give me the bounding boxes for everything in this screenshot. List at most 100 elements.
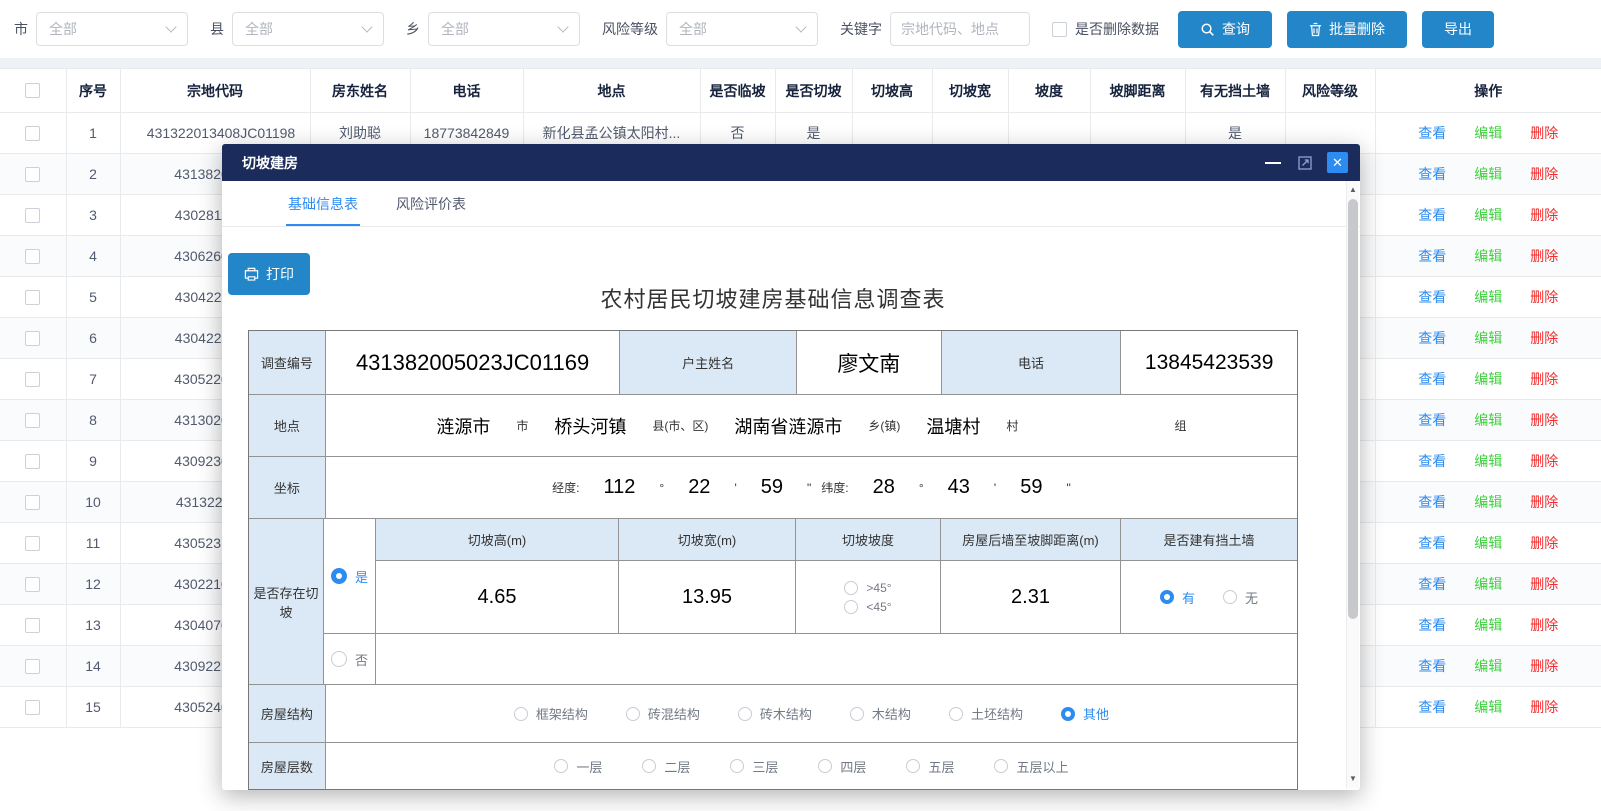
view-link[interactable]: 查看 <box>1418 615 1446 635</box>
structure-option-2[interactable]: 砖木结构 <box>738 704 812 723</box>
row-checkbox[interactable] <box>25 659 40 674</box>
delete-link[interactable]: 删除 <box>1530 369 1558 389</box>
keyword-input[interactable] <box>890 12 1030 46</box>
row-checkbox[interactable] <box>25 413 40 428</box>
edit-link[interactable]: 编辑 <box>1474 615 1502 635</box>
row-checkbox[interactable] <box>25 126 40 141</box>
delete-link[interactable]: 删除 <box>1530 533 1558 553</box>
slope-degree-option-1[interactable]: <45° <box>844 600 891 614</box>
view-link[interactable]: 查看 <box>1418 656 1446 676</box>
cut-slope-no-radio[interactable]: 否 <box>331 650 368 669</box>
delete-link[interactable]: 删除 <box>1530 656 1558 676</box>
row-checkbox[interactable] <box>25 249 40 264</box>
delete-link[interactable]: 删除 <box>1530 123 1558 143</box>
floors-option-4[interactable]: 五层 <box>906 757 954 776</box>
minimize-icon[interactable] <box>1265 162 1281 164</box>
actions-cell: 查看 编辑 删除 <box>1375 646 1601 687</box>
location-suffix-2: 乡(镇) <box>868 417 900 434</box>
structure-option-0[interactable]: 框架结构 <box>514 704 588 723</box>
edit-link[interactable]: 编辑 <box>1474 164 1502 184</box>
row-checkbox[interactable] <box>25 167 40 182</box>
select-all-checkbox[interactable] <box>25 83 40 98</box>
row-checkbox[interactable] <box>25 208 40 223</box>
floors-option-1[interactable]: 二层 <box>642 757 690 776</box>
filter-select-3[interactable]: 全部 <box>666 12 818 46</box>
edit-link[interactable]: 编辑 <box>1474 287 1502 307</box>
structure-option-1[interactable]: 砖混结构 <box>626 704 700 723</box>
edit-link[interactable]: 编辑 <box>1474 574 1502 594</box>
row-checkbox[interactable] <box>25 372 40 387</box>
view-link[interactable]: 查看 <box>1418 287 1446 307</box>
edit-link[interactable]: 编辑 <box>1474 246 1502 266</box>
view-link[interactable]: 查看 <box>1418 697 1446 717</box>
row-checkbox[interactable] <box>25 331 40 346</box>
edit-link[interactable]: 编辑 <box>1474 697 1502 717</box>
close-icon[interactable]: ✕ <box>1327 152 1348 173</box>
maximize-icon[interactable] <box>1298 156 1312 170</box>
edit-link[interactable]: 编辑 <box>1474 492 1502 512</box>
floors-option-3[interactable]: 四层 <box>818 757 866 776</box>
delete-link[interactable]: 删除 <box>1530 287 1558 307</box>
edit-link[interactable]: 编辑 <box>1474 369 1502 389</box>
structure-option-4[interactable]: 土坯结构 <box>949 704 1023 723</box>
delete-link[interactable]: 删除 <box>1530 574 1558 594</box>
view-link[interactable]: 查看 <box>1418 369 1446 389</box>
row-checkbox[interactable] <box>25 618 40 633</box>
cut-slope-yes-radio[interactable]: 是 <box>331 567 368 586</box>
batch-delete-button[interactable]: 批量删除 <box>1287 11 1407 48</box>
view-link[interactable]: 查看 <box>1418 533 1446 553</box>
scroll-down-icon[interactable]: ▼ <box>1347 772 1359 786</box>
delete-link[interactable]: 删除 <box>1530 451 1558 471</box>
tab-0[interactable]: 基础信息表 <box>286 181 360 226</box>
tab-1[interactable]: 风险评价表 <box>394 181 468 226</box>
view-link[interactable]: 查看 <box>1418 492 1446 512</box>
floors-option-5[interactable]: 五层以上 <box>994 757 1068 776</box>
floors-option-0[interactable]: 一层 <box>554 757 602 776</box>
slope-degree-option-0[interactable]: >45° <box>844 581 891 595</box>
delete-link[interactable]: 删除 <box>1530 205 1558 225</box>
filter-select-2[interactable]: 全部 <box>428 12 580 46</box>
view-link[interactable]: 查看 <box>1418 123 1446 143</box>
view-link[interactable]: 查看 <box>1418 451 1446 471</box>
edit-link[interactable]: 编辑 <box>1474 451 1502 471</box>
query-button[interactable]: 查询 <box>1178 11 1272 48</box>
view-link[interactable]: 查看 <box>1418 246 1446 266</box>
delete-link[interactable]: 删除 <box>1530 410 1558 430</box>
edit-link[interactable]: 编辑 <box>1474 123 1502 143</box>
row-checkbox[interactable] <box>25 577 40 592</box>
delete-link[interactable]: 删除 <box>1530 697 1558 717</box>
view-link[interactable]: 查看 <box>1418 574 1446 594</box>
view-link[interactable]: 查看 <box>1418 205 1446 225</box>
row-checkbox[interactable] <box>25 700 40 715</box>
edit-link[interactable]: 编辑 <box>1474 205 1502 225</box>
edit-link[interactable]: 编辑 <box>1474 328 1502 348</box>
delete-link[interactable]: 删除 <box>1530 328 1558 348</box>
delete-data-checkbox[interactable] <box>1052 22 1067 37</box>
edit-link[interactable]: 编辑 <box>1474 533 1502 553</box>
modal-scrollbar[interactable]: ▲ ▼ <box>1346 181 1359 788</box>
filter-select-1[interactable]: 全部 <box>232 12 384 46</box>
filter-select-0[interactable]: 全部 <box>36 12 188 46</box>
structure-option-5[interactable]: 其他 <box>1061 704 1109 723</box>
scroll-up-icon[interactable]: ▲ <box>1347 183 1359 197</box>
structure-option-3[interactable]: 木结构 <box>850 704 911 723</box>
export-button[interactable]: 导出 <box>1422 11 1494 48</box>
retaining-wall-option-1[interactable]: 无 <box>1223 588 1258 607</box>
retaining-wall-option-0[interactable]: 有 <box>1160 588 1195 607</box>
delete-link[interactable]: 删除 <box>1530 492 1558 512</box>
delete-link[interactable]: 删除 <box>1530 615 1558 635</box>
row-checkbox[interactable] <box>25 536 40 551</box>
edit-link[interactable]: 编辑 <box>1474 656 1502 676</box>
delete-link[interactable]: 删除 <box>1530 246 1558 266</box>
view-link[interactable]: 查看 <box>1418 328 1446 348</box>
row-checkbox[interactable] <box>25 495 40 510</box>
delete-link[interactable]: 删除 <box>1530 164 1558 184</box>
latitude-min: 43 <box>948 476 970 499</box>
view-link[interactable]: 查看 <box>1418 410 1446 430</box>
floors-option-2[interactable]: 三层 <box>730 757 778 776</box>
row-checkbox[interactable] <box>25 290 40 305</box>
scrollbar-thumb[interactable] <box>1348 199 1358 619</box>
view-link[interactable]: 查看 <box>1418 164 1446 184</box>
edit-link[interactable]: 编辑 <box>1474 410 1502 430</box>
row-checkbox[interactable] <box>25 454 40 469</box>
